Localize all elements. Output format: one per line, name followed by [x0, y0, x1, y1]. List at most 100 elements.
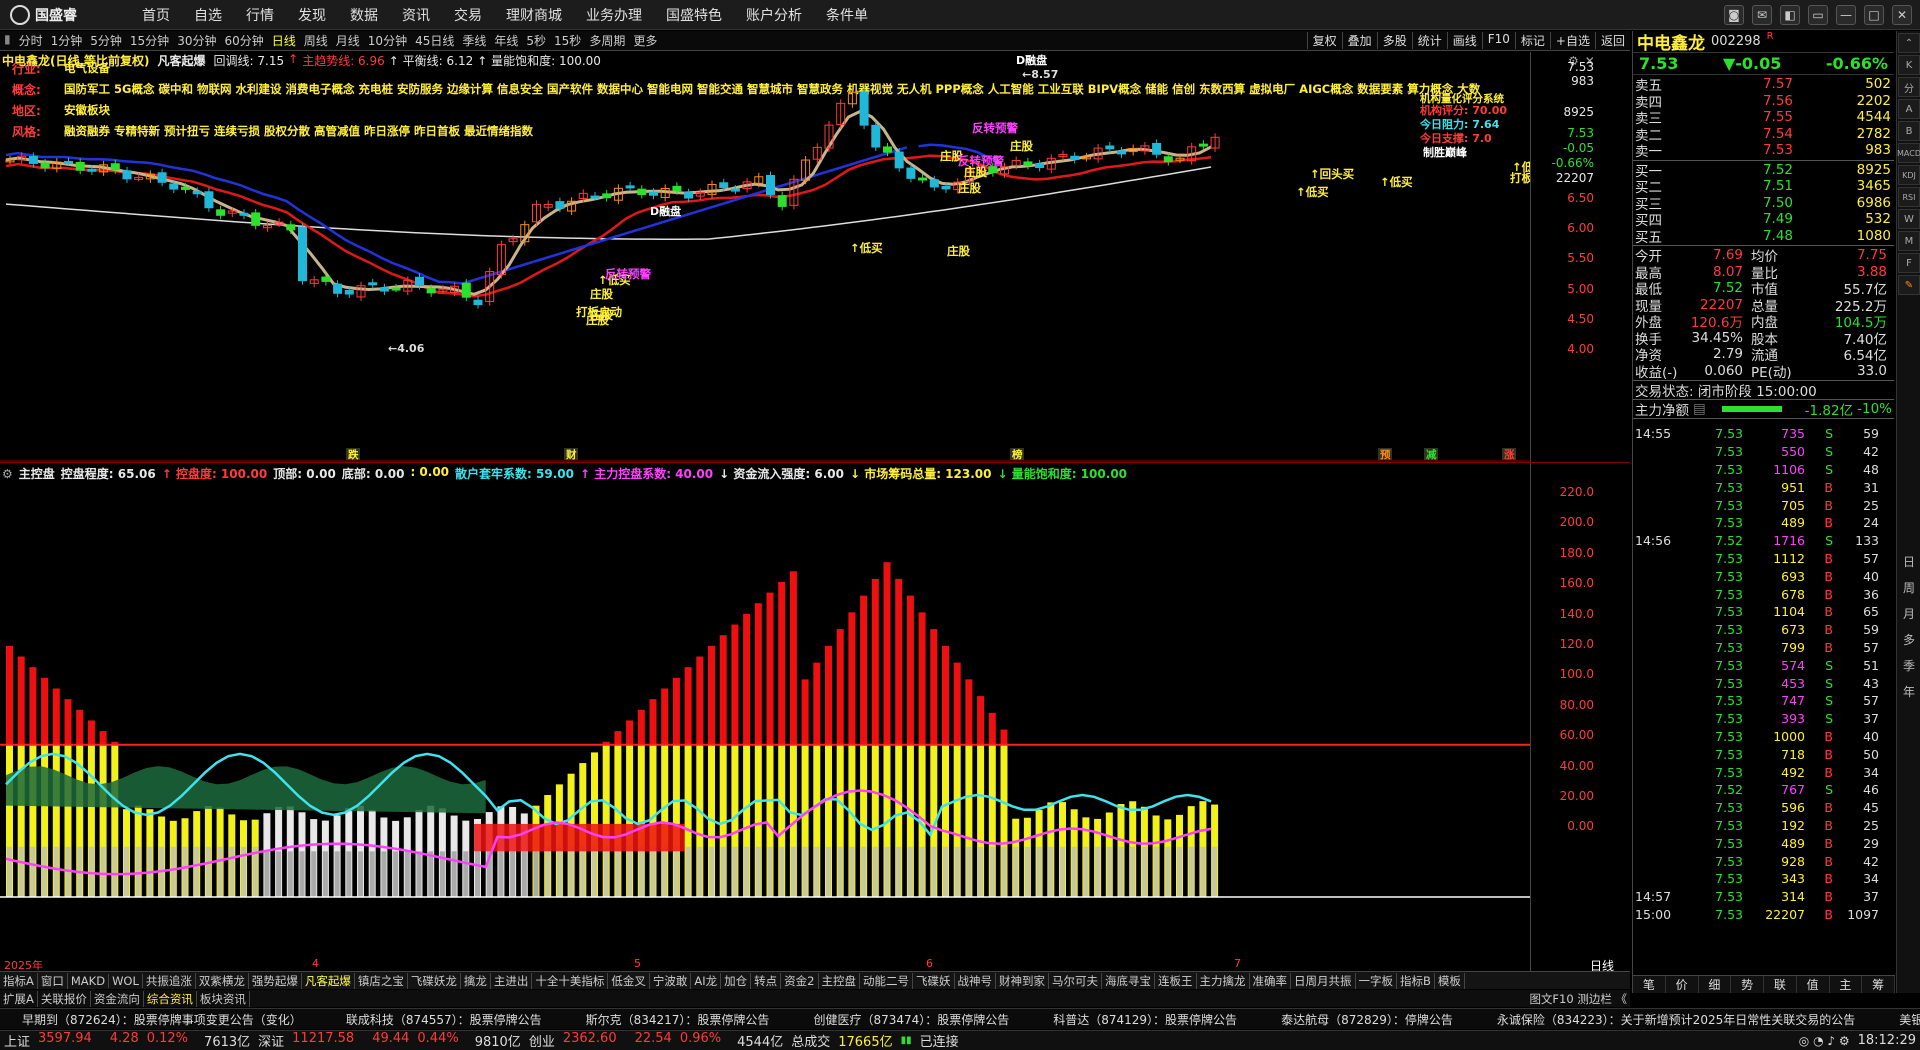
- indicator-tab-11[interactable]: 主进出: [491, 972, 533, 989]
- news-item-5[interactable]: 泰达航母（872829）：停牌公告: [1259, 1011, 1475, 1028]
- maximize-icon[interactable]: □: [1864, 5, 1884, 25]
- news-item-3[interactable]: 创健医疗（873474）：股票停牌公告: [791, 1011, 1031, 1028]
- indicator-panel[interactable]: ⚙ 主控盘 控盘程度: 65.06 ↑ 控盘度: 100.00 顶部: 0.00 底部…: [0, 462, 1630, 974]
- indicator-tab-6[interactable]: 强势起爆: [249, 972, 302, 989]
- indicator-tab-10[interactable]: 擒龙: [461, 972, 491, 989]
- index-name-0[interactable]: 上证: [0, 1031, 34, 1050]
- control-chart[interactable]: [0, 463, 1530, 971]
- period-tab-16[interactable]: 更多: [629, 32, 661, 49]
- indicator-tab-26[interactable]: 连板王: [1155, 972, 1197, 989]
- tool-button-4[interactable]: 画线: [1446, 32, 1482, 49]
- side-period-4[interactable]: 季: [1898, 653, 1920, 677]
- period-tab-14[interactable]: 15秒: [550, 32, 585, 49]
- news-item-4[interactable]: 科普达（874129）：股票停牌公告: [1031, 1011, 1259, 1028]
- f10-sidebar-toggle[interactable]: 图文F10 测边栏 《: [1526, 991, 1630, 1007]
- menu-item-4[interactable]: 数据: [338, 5, 390, 25]
- indicator-tab-1[interactable]: 窗口: [38, 972, 68, 989]
- side-period-2[interactable]: 月: [1898, 601, 1920, 625]
- period-tab-8[interactable]: 月线: [332, 32, 364, 49]
- news-item-7[interactable]: 美银前: [1877, 1011, 1920, 1028]
- tool-button-3[interactable]: 统计: [1411, 32, 1447, 49]
- tool-button-6[interactable]: 标记: [1514, 32, 1550, 49]
- index-name-2[interactable]: 创业: [525, 1031, 559, 1050]
- indicator-tab-24[interactable]: 马尔可夫: [1049, 972, 1102, 989]
- side-scroll-up-icon[interactable]: ⌃: [1898, 33, 1920, 53]
- indicator-tab-2[interactable]: MAKD: [68, 973, 110, 988]
- menu-item-1[interactable]: 自选: [182, 5, 234, 25]
- net-flow-icon[interactable]: ▤: [1693, 401, 1706, 417]
- indicator-tab-15[interactable]: AI龙: [691, 972, 722, 989]
- indicator-tab-9[interactable]: 飞碟妖龙: [408, 972, 461, 989]
- indicator-tab-8[interactable]: 镇店之宝: [355, 972, 408, 989]
- side-period-5[interactable]: 年: [1898, 679, 1920, 703]
- menu-item-6[interactable]: 交易: [442, 5, 494, 25]
- indicator-tab-3[interactable]: WOL: [109, 973, 143, 988]
- period-tab-6[interactable]: 日线: [268, 32, 300, 49]
- tool-button-7[interactable]: +自选: [1549, 32, 1595, 49]
- index-name-1[interactable]: 深证: [254, 1031, 288, 1050]
- indicator-tab-7[interactable]: 凡客起爆: [302, 972, 355, 989]
- tool-button-2[interactable]: 多股: [1376, 32, 1412, 49]
- ext-tab-0[interactable]: 扩展A: [0, 990, 38, 1007]
- period-tab-5[interactable]: 60分钟: [220, 32, 267, 49]
- indicator-tab-25[interactable]: 海底寻宝: [1102, 972, 1155, 989]
- indicator-tab-0[interactable]: 指标A: [0, 972, 38, 989]
- detail-tab-6[interactable]: 主: [1830, 976, 1863, 993]
- minimize-icon[interactable]: —: [1836, 5, 1856, 25]
- period-tab-3[interactable]: 15分钟: [126, 32, 173, 49]
- indicator-tab-30[interactable]: 一字板: [1356, 972, 1397, 989]
- tool-button-5[interactable]: F10: [1481, 32, 1515, 49]
- detail-tab-2[interactable]: 细: [1699, 976, 1732, 993]
- skin-icon[interactable]: ◧: [1780, 5, 1800, 25]
- period-tab-2[interactable]: 5分钟: [86, 32, 126, 49]
- side-period-1[interactable]: 周: [1898, 575, 1920, 599]
- chat-icon[interactable]: ◙: [1724, 5, 1744, 25]
- side-period-0[interactable]: 日: [1898, 549, 1920, 573]
- indicator-tab-27[interactable]: 主力擒龙: [1197, 972, 1250, 989]
- side-period-3[interactable]: 多: [1898, 627, 1920, 651]
- indicator-tab-4[interactable]: 共振追涨: [143, 972, 196, 989]
- side-tab-4[interactable]: MACD: [1897, 143, 1920, 163]
- tool-button-8[interactable]: 返回: [1594, 32, 1630, 49]
- indicator-tab-16[interactable]: 加仓: [721, 972, 752, 989]
- indicator-tab-13[interactable]: 低金叉: [608, 972, 650, 989]
- detail-tab-4[interactable]: 联: [1764, 976, 1797, 993]
- period-tab-1[interactable]: 1分钟: [47, 32, 87, 49]
- side-tab-7[interactable]: W: [1898, 209, 1920, 229]
- period-tab-15[interactable]: 多周期: [585, 32, 629, 49]
- detail-tab-3[interactable]: 势: [1731, 976, 1764, 993]
- detail-tab-0[interactable]: 笔: [1633, 976, 1666, 993]
- period-tab-9[interactable]: 10分钟: [364, 32, 411, 49]
- news-item-2[interactable]: 斯尔克（834217）：股票停牌公告: [564, 1011, 792, 1028]
- period-tab-4[interactable]: 30分钟: [173, 32, 220, 49]
- detail-tab-7[interactable]: 筹: [1862, 976, 1895, 993]
- news-item-6[interactable]: 永诚保险（834223）：关于新增预计2025年日常性关联交易的公告: [1475, 1011, 1877, 1028]
- indicator-tab-28[interactable]: 准确率: [1250, 972, 1291, 989]
- indicator-tab-22[interactable]: 战神号: [955, 972, 996, 989]
- indicator-tab-14[interactable]: 宁波敢: [650, 972, 692, 989]
- menu-item-7[interactable]: 理财商城: [494, 5, 574, 25]
- kline-panel[interactable]: 中电鑫龙(日线,等比前复权) 凡客起爆 回调线: 7.15 ↑ 主趋势线: 6.9…: [0, 52, 1630, 462]
- period-tab-0[interactable]: 分时: [15, 32, 47, 49]
- ext-tab-3[interactable]: 综合资讯: [144, 990, 197, 1007]
- period-tab-11[interactable]: 季线: [458, 32, 490, 49]
- tool-button-1[interactable]: 叠加: [1341, 32, 1377, 49]
- menu-item-9[interactable]: 国盛特色: [654, 5, 734, 25]
- menu-item-8[interactable]: 业务办理: [574, 5, 654, 25]
- detail-tab-1[interactable]: 价: [1666, 976, 1699, 993]
- side-tab-3[interactable]: B: [1898, 121, 1920, 141]
- indicator-tab-18[interactable]: 资金2: [781, 972, 819, 989]
- restore-icon[interactable]: ▭: [1808, 5, 1828, 25]
- indicator-tab-23[interactable]: 财神到家: [996, 972, 1049, 989]
- menu-item-5[interactable]: 资讯: [390, 5, 442, 25]
- menu-item-0[interactable]: 首页: [130, 5, 182, 25]
- side-tab-1[interactable]: 分: [1898, 77, 1920, 97]
- side-tab-2[interactable]: A: [1898, 99, 1920, 119]
- tick-list[interactable]: 14:55 7.53 735 S 59 7.53 550 S 42 7.53 1106 S 48 7.53…: [1633, 419, 1894, 923]
- period-tab-12[interactable]: 年线: [490, 32, 522, 49]
- ext-tab-4[interactable]: 板块资讯: [197, 990, 250, 1007]
- pencil-icon[interactable]: ✎: [1898, 275, 1920, 295]
- news-item-0[interactable]: 早期到（872624）：股票停牌事项变更公告（变化）: [0, 1011, 324, 1028]
- tool-button-0[interactable]: 复权: [1306, 32, 1342, 49]
- menu-item-10[interactable]: 账户分析: [734, 5, 814, 25]
